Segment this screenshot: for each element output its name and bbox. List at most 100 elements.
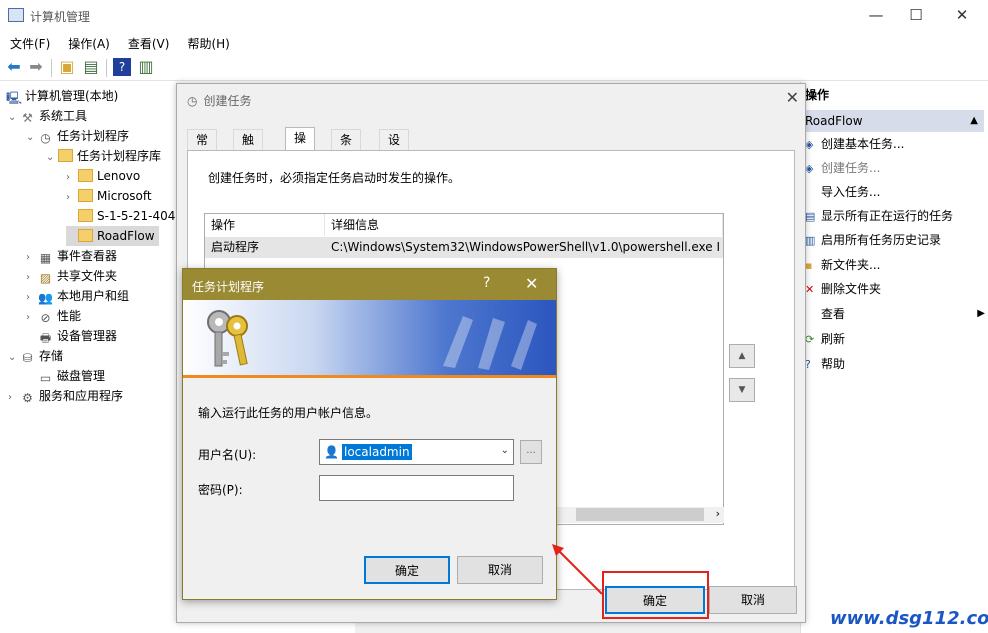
back-icon[interactable]: ⬅ bbox=[5, 58, 23, 76]
expand-icon[interactable]: › bbox=[26, 268, 38, 288]
tree-item-task-scheduler[interactable]: ⌄ ◷ 任务计划程序 bbox=[26, 126, 129, 146]
help-icon[interactable]: ? bbox=[113, 58, 131, 76]
password-field[interactable] bbox=[319, 475, 514, 501]
tree-item-performance[interactable]: › ⊘ 性能 bbox=[26, 306, 81, 326]
expand-icon[interactable]: › bbox=[8, 388, 20, 408]
tree-item-services[interactable]: › ⚙ 服务和应用程序 bbox=[8, 386, 123, 406]
menu-help[interactable]: 帮助(H) bbox=[177, 31, 237, 52]
action-enable-history[interactable]: ▥ 启用所有任务历史记录 bbox=[805, 229, 941, 251]
tree-item-microsoft[interactable]: › Microsoft bbox=[66, 186, 152, 206]
action-create-basic-task[interactable]: ◈ 创建基本任务... bbox=[805, 133, 904, 155]
up-folder-icon[interactable]: ▣ bbox=[58, 58, 76, 76]
collapse-icon[interactable]: ⌄ bbox=[8, 108, 20, 128]
shared-folder-icon: ▨ bbox=[39, 271, 52, 285]
column-header-action[interactable]: 操作 bbox=[205, 214, 325, 236]
action-delete-folder[interactable]: ✕ 删除文件夹 bbox=[805, 278, 881, 300]
username-value[interactable]: localadmin bbox=[342, 444, 412, 460]
create-task-cancel-button[interactable]: 取消 bbox=[709, 586, 797, 614]
show-hide-tree-icon[interactable]: ▤ bbox=[82, 58, 100, 76]
highlight-box bbox=[602, 571, 709, 619]
menu-action[interactable]: 操作(A) bbox=[58, 31, 118, 52]
browse-user-button[interactable]: ... bbox=[520, 440, 542, 464]
create-task-close-button[interactable]: ✕ bbox=[786, 88, 799, 107]
clock-icon: ◷ bbox=[40, 131, 51, 145]
action-view[interactable]: 查看 ▶ bbox=[805, 303, 985, 325]
tree-item-task-library[interactable]: ⌄ 任务计划程序库 bbox=[46, 146, 161, 166]
tab-general[interactable]: 常规 bbox=[187, 129, 218, 167]
collapse-icon[interactable]: ⌄ bbox=[26, 128, 38, 148]
credential-ok-button[interactable]: 确定 bbox=[364, 556, 450, 584]
tree-item-device-manager[interactable]: 🖶 设备管理器 bbox=[26, 326, 117, 346]
action-refresh[interactable]: ⟳ 刷新 bbox=[805, 328, 845, 350]
actions-header: 操作 bbox=[801, 86, 988, 106]
users-icon: 👥 bbox=[38, 291, 53, 305]
tree-item-sid[interactable]: S-1-5-21-404 bbox=[66, 206, 175, 226]
expand-icon[interactable]: › bbox=[66, 168, 78, 188]
tree-item-lenovo[interactable]: › Lenovo bbox=[66, 166, 140, 186]
credential-cancel-button[interactable]: 取消 bbox=[457, 556, 543, 584]
show-hide-action-pane-icon[interactable]: ▥ bbox=[137, 58, 155, 76]
forward-icon[interactable]: ➡ bbox=[27, 58, 45, 76]
help-icon: ? bbox=[805, 358, 811, 371]
delete-icon: ✕ bbox=[805, 283, 815, 296]
scrollbar-thumb[interactable] bbox=[576, 508, 704, 521]
toolbar-separator bbox=[51, 59, 52, 77]
tab-settings[interactable]: 设置 bbox=[379, 129, 410, 167]
tab-triggers[interactable]: 触发器 bbox=[233, 129, 264, 187]
tab-conditions[interactable]: 条件 bbox=[331, 129, 362, 167]
action-import-task[interactable]: 导入任务... bbox=[805, 181, 880, 203]
tree-item-shared-folders[interactable]: › ▨ 共享文件夹 bbox=[26, 266, 117, 286]
table-row[interactable]: 启动程序 C:\Windows\System32\WindowsPowerShe… bbox=[205, 237, 723, 258]
watermark: www.dsg112.com bbox=[830, 608, 988, 629]
username-combobox[interactable]: 👤 localadmin ⌄ bbox=[319, 439, 514, 465]
action-help[interactable]: ? 帮助 bbox=[805, 353, 845, 375]
action-create-task[interactable]: ◈ 创建任务... bbox=[805, 157, 880, 179]
scroll-right-icon[interactable]: › bbox=[716, 507, 720, 520]
actions-section-roadflow[interactable]: RoadFlow ▲ bbox=[801, 110, 984, 132]
move-down-button[interactable]: ▼ bbox=[729, 378, 755, 402]
collapse-arrow-icon[interactable]: ▲ bbox=[970, 110, 978, 132]
title-bar: 计算机管理 — ☐ ✕ bbox=[0, 0, 988, 31]
tree-item-event-viewer[interactable]: › ▦ 事件查看器 bbox=[26, 246, 117, 266]
collapse-icon[interactable]: ⌄ bbox=[46, 148, 58, 168]
collapse-icon[interactable]: ⌄ bbox=[8, 348, 20, 368]
maximize-button[interactable]: ☐ bbox=[906, 6, 926, 26]
performance-icon: ⊘ bbox=[40, 311, 51, 325]
tree-item-storage[interactable]: ⌄ ⛁ 存储 bbox=[8, 346, 63, 366]
action-show-running[interactable]: ▤ 显示所有正在运行的任务 bbox=[805, 205, 953, 227]
create-task-title: ◷ 创建任务 bbox=[187, 94, 252, 108]
menu-file[interactable]: 文件(F) bbox=[0, 31, 58, 52]
tree-item-system-tools[interactable]: ⌄ ⚒ 系统工具 bbox=[8, 106, 87, 126]
action-new-folder[interactable]: ▪ 新文件夹... bbox=[805, 254, 880, 276]
tree-item-roadflow[interactable]: RoadFlow bbox=[66, 226, 159, 246]
expand-icon[interactable]: › bbox=[26, 248, 38, 268]
history-icon: ▥ bbox=[805, 234, 816, 247]
clock-icon: ◷ bbox=[187, 94, 198, 108]
tab-actions[interactable]: 操作 bbox=[285, 127, 316, 165]
password-label: 密码(P): bbox=[198, 483, 243, 497]
toolbar: ⬅ ➡ ▣ ▤ ? ▥ bbox=[0, 54, 988, 81]
minimize-button[interactable]: — bbox=[866, 6, 886, 26]
expand-icon[interactable]: › bbox=[66, 188, 78, 208]
tree-item-root[interactable]: 🖳 计算机管理(本地) bbox=[6, 86, 118, 106]
disk-icon: ▭ bbox=[39, 371, 52, 385]
folder-icon bbox=[58, 149, 73, 162]
close-button[interactable]: ✕ bbox=[952, 6, 972, 26]
menu-view[interactable]: 查看(V) bbox=[118, 31, 178, 52]
computer-management-icon bbox=[8, 8, 24, 22]
expand-icon[interactable]: › bbox=[26, 308, 38, 328]
tree-item-disk-management[interactable]: ▭ 磁盘管理 bbox=[26, 366, 105, 386]
row-action-cell: 启动程序 bbox=[211, 240, 260, 254]
credential-help-button[interactable]: ? bbox=[483, 275, 490, 291]
new-folder-icon: ▪ bbox=[805, 259, 813, 272]
tree-item-local-users[interactable]: › 👥 本地用户和组 bbox=[26, 286, 129, 306]
credential-close-button[interactable]: ✕ bbox=[525, 274, 538, 293]
tools-icon: ⚒ bbox=[22, 111, 33, 125]
expand-icon[interactable]: › bbox=[26, 288, 38, 308]
chevron-down-icon[interactable]: ⌄ bbox=[501, 445, 509, 456]
move-up-button[interactable]: ▲ bbox=[729, 344, 755, 368]
folder-icon bbox=[78, 229, 93, 242]
username-label: 用户名(U): bbox=[198, 448, 257, 462]
task-icon: ◈ bbox=[805, 162, 814, 175]
column-header-detail[interactable]: 详细信息 bbox=[325, 214, 723, 236]
